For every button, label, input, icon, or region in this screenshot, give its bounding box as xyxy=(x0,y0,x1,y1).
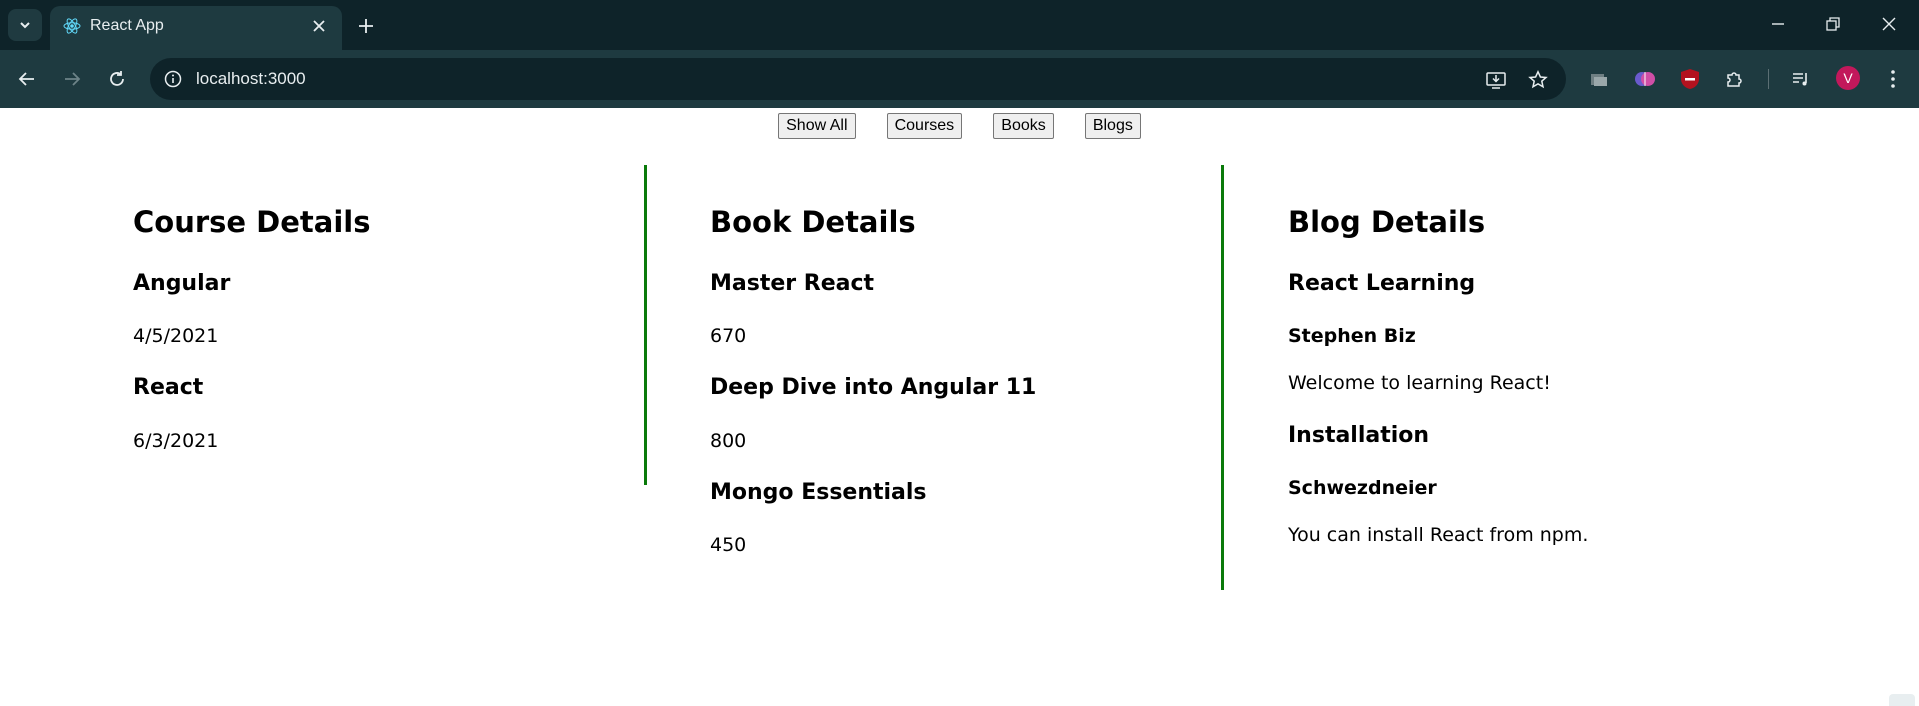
browser-toolbar: localhost:3000 xyxy=(0,50,1919,108)
menu-button[interactable] xyxy=(1880,66,1906,92)
url-text: localhost:3000 xyxy=(196,69,306,88)
book-name: Master React xyxy=(710,271,875,296)
minimize-button[interactable] xyxy=(1758,10,1798,38)
shield-icon xyxy=(1681,69,1699,89)
react-logo-icon xyxy=(63,18,81,34)
media-controls-button[interactable] xyxy=(1788,66,1814,92)
tab-title: React App xyxy=(90,17,164,34)
course-details-section: Course Details xyxy=(133,165,711,239)
book-price: 800 xyxy=(710,430,747,452)
blog-content: You can install React from npm. xyxy=(1288,524,1589,546)
extension-blocker[interactable] xyxy=(1677,66,1703,92)
tab-search-button[interactable] xyxy=(8,9,42,41)
reload-button[interactable] xyxy=(101,63,133,95)
course-name: Angular xyxy=(133,271,231,296)
blog-author: Stephen Biz xyxy=(1288,325,1416,347)
extension-tab-groups[interactable] xyxy=(1586,66,1612,92)
blog-details-heading: Blog Details xyxy=(1288,205,1486,239)
blog-content: Welcome to learning React! xyxy=(1288,372,1551,394)
puzzle-icon xyxy=(1727,72,1742,87)
blog-author: Schwezdneier xyxy=(1288,477,1437,499)
minimize-icon xyxy=(1772,23,1784,25)
tab-react-app[interactable]: React App xyxy=(50,6,342,50)
star-icon xyxy=(1528,70,1548,89)
course-date: 6/3/2021 xyxy=(133,430,219,452)
window-stack-icon xyxy=(1591,74,1607,86)
close-icon xyxy=(1882,17,1896,31)
reload-icon xyxy=(110,71,124,86)
book-name: Deep Dive into Angular 11 xyxy=(710,375,1037,400)
close-window-button[interactable] xyxy=(1869,10,1909,38)
restore-button[interactable] xyxy=(1813,10,1853,38)
courses-button[interactable]: Courses xyxy=(886,113,963,139)
install-app-button[interactable] xyxy=(1484,68,1508,92)
brain-icon xyxy=(1635,72,1655,86)
browser-chrome: React App localhost:3000 V xyxy=(0,0,1919,108)
tab-close-button[interactable] xyxy=(308,15,330,37)
scroll-corner[interactable] xyxy=(1889,694,1915,706)
book-blog-divider xyxy=(1221,165,1224,590)
extension-brain[interactable] xyxy=(1632,66,1658,92)
more-vert-icon xyxy=(1891,70,1895,88)
restore-icon xyxy=(1826,17,1840,31)
blog-title: Installation xyxy=(1288,423,1430,448)
course-details-heading: Course Details xyxy=(133,205,371,239)
address-bar[interactable]: localhost:3000 xyxy=(150,58,1566,100)
chevron-down-icon xyxy=(20,22,30,29)
book-price: 450 xyxy=(710,534,747,556)
site-info-button[interactable] xyxy=(162,68,184,90)
filter-button-bar: Show All Courses Books Blogs xyxy=(0,113,1919,139)
plus-icon xyxy=(359,19,373,33)
book-name: Mongo Essentials xyxy=(710,480,927,505)
toolbar-divider xyxy=(1768,69,1769,89)
back-button[interactable] xyxy=(11,63,43,95)
course-date: 4/5/2021 xyxy=(133,325,219,347)
extensions-button[interactable] xyxy=(1722,66,1748,92)
blogs-button[interactable]: Blogs xyxy=(1084,113,1141,139)
playlist-icon xyxy=(1793,73,1807,86)
install-icon xyxy=(1486,72,1506,89)
arrow-right-icon xyxy=(65,72,81,86)
arrow-left-icon xyxy=(18,72,34,86)
new-tab-button[interactable] xyxy=(352,12,380,40)
blog-title: React Learning xyxy=(1288,271,1476,296)
course-book-divider xyxy=(644,165,647,485)
book-details-heading: Book Details xyxy=(710,205,916,239)
forward-button[interactable] xyxy=(56,63,88,95)
course-name: React xyxy=(133,375,204,400)
show-all-button[interactable]: Show All xyxy=(778,113,856,139)
profile-avatar[interactable]: V xyxy=(1836,66,1860,90)
bookmark-button[interactable] xyxy=(1526,68,1550,92)
book-price: 670 xyxy=(710,325,747,347)
close-icon xyxy=(313,20,325,32)
info-icon xyxy=(164,70,182,88)
books-button[interactable]: Books xyxy=(993,113,1054,139)
tab-strip: React App xyxy=(0,0,1919,50)
